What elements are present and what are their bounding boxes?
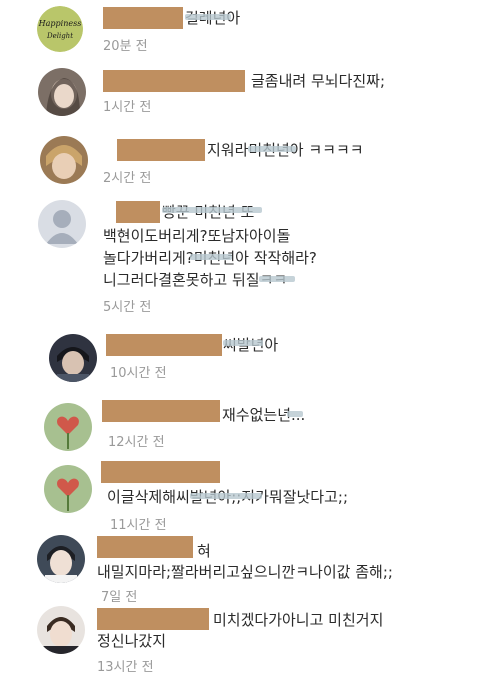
comment-item: 지워라미친년아 ㅋㅋㅋㅋ 2시간 전 bbox=[0, 130, 480, 192]
redacted-username bbox=[101, 461, 220, 483]
censor-mark bbox=[223, 340, 263, 346]
avatar[interactable] bbox=[44, 403, 92, 451]
avatar[interactable] bbox=[38, 68, 86, 116]
redacted-username bbox=[97, 536, 193, 558]
comment-item: 혀 내밀지마라;짤라버리고싶으니깐ㅋ나이값 좀해;; 7일 전 bbox=[0, 532, 480, 608]
comment-item: HappinessDelight 걸레년아 20분 전 bbox=[0, 0, 480, 60]
comment-text-line: 혀 bbox=[197, 542, 211, 560]
redacted-username bbox=[106, 334, 222, 356]
avatar[interactable] bbox=[40, 136, 88, 184]
timestamp: 20분 전 bbox=[103, 39, 148, 54]
censor-mark bbox=[190, 493, 262, 499]
comment-item: 씨발년아 10시간 전 bbox=[0, 325, 480, 395]
timestamp: 12시간 전 bbox=[108, 435, 165, 450]
redacted-username bbox=[97, 608, 209, 630]
redacted-username bbox=[116, 201, 160, 223]
timestamp: 10시간 전 bbox=[110, 366, 167, 381]
censor-mark bbox=[248, 146, 296, 152]
avatar[interactable] bbox=[49, 334, 97, 382]
comment-item: 미치겠다가아니고 미친거지 정신나갔지 13시간 전 bbox=[0, 600, 480, 685]
redacted-username bbox=[103, 70, 245, 92]
censor-mark bbox=[259, 276, 295, 282]
comment-item: 재수없는년... 12시간 전 bbox=[0, 395, 480, 457]
comment-text: 글좀내려 무뇌다진짜; bbox=[251, 72, 386, 90]
timestamp: 13시간 전 bbox=[97, 660, 154, 675]
timestamp: 2시간 전 bbox=[103, 171, 152, 186]
comment-text-line: 백현이도버리게?또남자아이돌 bbox=[103, 227, 291, 245]
timestamp: 11시간 전 bbox=[110, 518, 167, 533]
redacted-username bbox=[103, 7, 183, 29]
censor-mark bbox=[185, 14, 231, 20]
avatar[interactable] bbox=[37, 606, 85, 654]
censor-mark bbox=[287, 411, 303, 417]
censor-mark bbox=[190, 254, 232, 260]
comment-item: 빵꾼 미친년 또 백현이도버리게?또남자아이돌 놀다가버리게?미친년아 작작해라… bbox=[0, 192, 480, 320]
redacted-username bbox=[102, 400, 220, 422]
censor-mark bbox=[162, 207, 262, 213]
svg-text:Delight: Delight bbox=[46, 32, 73, 40]
timestamp: 5시간 전 bbox=[103, 300, 152, 315]
comment-item: 이글삭제해씨발년아;;지가뭐잘낫다고;; 11시간 전 bbox=[0, 457, 480, 533]
comment-text-line: 정신나갔지 bbox=[97, 632, 167, 650]
redacted-username bbox=[117, 139, 205, 161]
comment-text-line: 내밀지마라;짤라버리고싶으니깐ㅋ나이값 좀해;; bbox=[97, 563, 393, 581]
avatar[interactable] bbox=[38, 200, 86, 248]
avatar[interactable] bbox=[37, 535, 85, 583]
svg-text:Happiness: Happiness bbox=[38, 19, 82, 28]
timestamp: 1시간 전 bbox=[103, 100, 152, 115]
avatar[interactable] bbox=[44, 465, 92, 513]
comment-text-line: 미치겠다가아니고 미친거지 bbox=[213, 611, 384, 629]
comment-item: 글좀내려 무뇌다진짜; 1시간 전 bbox=[0, 60, 480, 130]
avatar[interactable]: Happiness Delight bbox=[37, 6, 83, 52]
